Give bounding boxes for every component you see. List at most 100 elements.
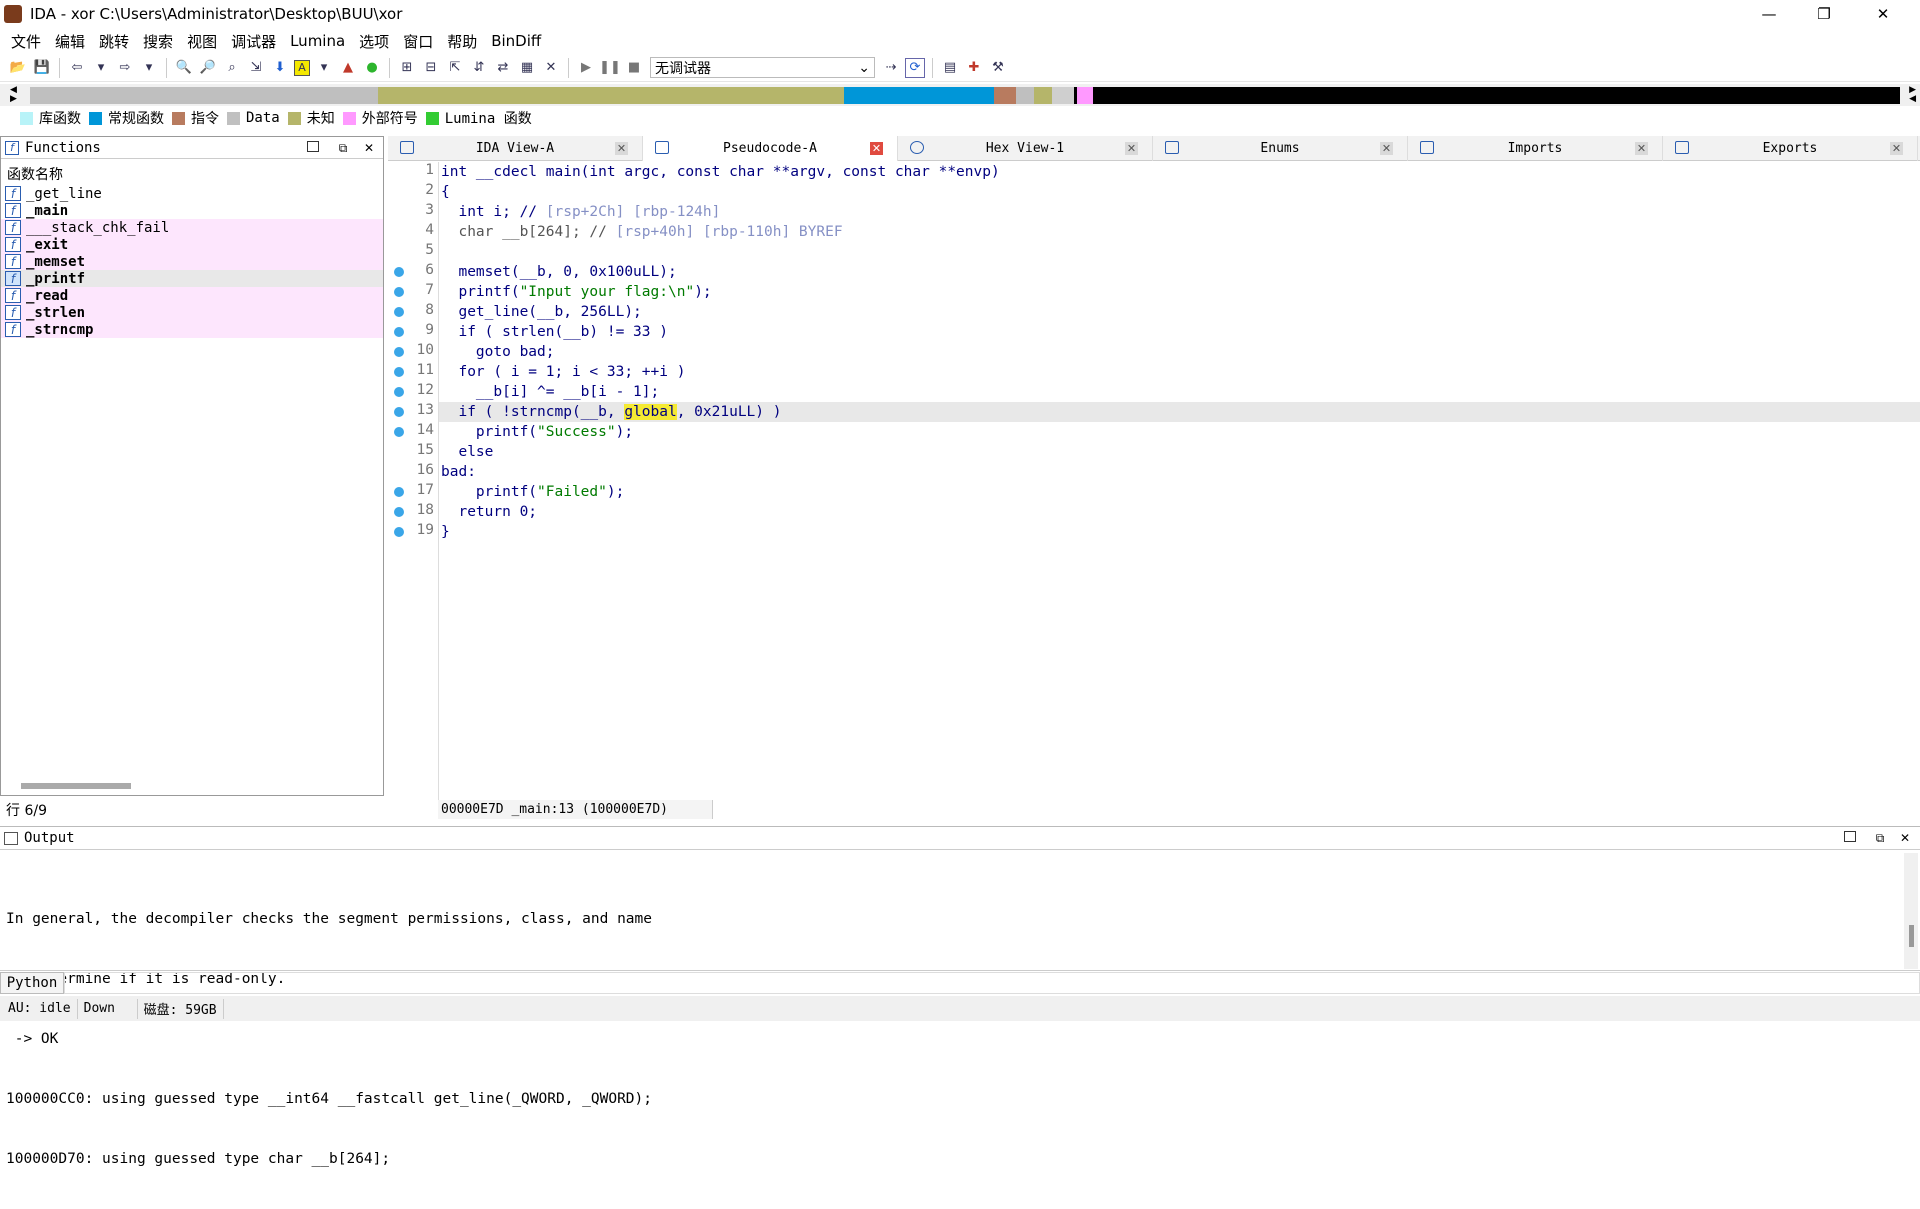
close-tab-icon[interactable]: ✕ bbox=[1380, 142, 1393, 155]
breakpoint-dot-icon[interactable] bbox=[394, 307, 404, 317]
play-icon[interactable]: ▶ bbox=[576, 58, 596, 78]
breakpoint-dot-icon[interactable] bbox=[394, 347, 404, 357]
code-line[interactable]: __b[i] ^= __b[i - 1]; bbox=[439, 382, 1920, 402]
close-tab-icon[interactable]: ✕ bbox=[1125, 142, 1138, 155]
forward-dropdown-icon[interactable]: ▾ bbox=[139, 58, 159, 78]
python-interpreter-button[interactable]: Python bbox=[0, 971, 64, 994]
open-file-icon[interactable]: 📂 bbox=[8, 58, 28, 78]
code-line[interactable]: int i; // [rsp+2Ch] [rbp-124h] bbox=[439, 202, 1920, 222]
search-immediate-icon[interactable]: ⌕ bbox=[222, 58, 242, 78]
code-line[interactable] bbox=[439, 242, 1920, 262]
save-icon[interactable]: 💾 bbox=[32, 58, 52, 78]
breakpoint-dot-icon[interactable] bbox=[394, 487, 404, 497]
function-row[interactable]: f _read bbox=[1, 287, 383, 304]
code-line[interactable]: for ( i = 1; i < 33; ++i ) bbox=[439, 362, 1920, 382]
function-row[interactable]: f _strncmp bbox=[1, 321, 383, 338]
debugger-select[interactable]: 无调试器 ⌄ bbox=[650, 57, 875, 78]
output-vertical-scrollbar[interactable] bbox=[1904, 853, 1918, 969]
func-icon-6[interactable]: ▦ bbox=[517, 58, 537, 78]
menu-help[interactable]: 帮助 bbox=[440, 31, 484, 52]
breakpoint-dot-icon[interactable] bbox=[394, 407, 404, 417]
nav-arrows-icon[interactable]: ◀ ▶ bbox=[10, 86, 17, 104]
function-row[interactable]: f _memset bbox=[1, 253, 383, 270]
code-line[interactable]: memset(__b, 0, 0x100uLL); bbox=[439, 262, 1920, 282]
function-row[interactable]: f _get_line bbox=[1, 185, 383, 202]
tab-exports[interactable]: Exports ✕ bbox=[1663, 136, 1918, 161]
minimize-button[interactable]: — bbox=[1746, 0, 1792, 28]
code-line[interactable]: bad: bbox=[439, 462, 1920, 482]
back-dropdown-icon[interactable]: ▾ bbox=[91, 58, 111, 78]
function-row[interactable]: f _exit bbox=[1, 236, 383, 253]
refresh-icon[interactable]: ⟳ bbox=[905, 57, 925, 78]
func-icon-4[interactable]: ⇵ bbox=[469, 58, 489, 78]
menu-file[interactable]: 文件 bbox=[4, 31, 48, 52]
run-indicator-icon[interactable]: ● bbox=[362, 58, 382, 78]
add-breakpoint-icon[interactable]: ✚ bbox=[964, 58, 984, 78]
pause-icon[interactable]: ❚❚ bbox=[599, 58, 621, 78]
forward-icon[interactable]: ⇨ bbox=[115, 58, 135, 78]
breakpoint-dot-icon[interactable] bbox=[394, 427, 404, 437]
highlighted-symbol[interactable]: global bbox=[624, 404, 677, 420]
func-icon-5[interactable]: ⇄ bbox=[493, 58, 513, 78]
graph-icon[interactable]: ▲ bbox=[338, 58, 358, 78]
nav-arrows-right-icon[interactable]: ▶ ◀ bbox=[1909, 86, 1916, 104]
restore-button[interactable]: ❐ bbox=[1801, 0, 1847, 28]
close-panel-icon[interactable]: ✕ bbox=[1897, 831, 1913, 845]
code-line[interactable]: char __b[264]; // [rsp+40h] [rbp-110h] B… bbox=[439, 222, 1920, 242]
code-line[interactable]: printf("Input your flag:\n"); bbox=[439, 282, 1920, 302]
pseudocode-view[interactable]: 1 2 3 4 5 6 7 8 9 10 11 12 13 14 15 16 1… bbox=[388, 162, 1920, 802]
function-row[interactable]: f _strlen bbox=[1, 304, 383, 321]
breakpoint-list-icon[interactable]: ⚒ bbox=[988, 58, 1008, 78]
close-window-button[interactable]: ✕ bbox=[1860, 0, 1906, 28]
code-line[interactable]: } bbox=[439, 522, 1920, 542]
tab-enums[interactable]: Enums ✕ bbox=[1153, 136, 1408, 161]
navigation-band[interactable]: ◀ ▶ ▶ ◀ bbox=[0, 84, 1920, 106]
breakpoint-dot-icon[interactable] bbox=[394, 387, 404, 397]
code-lines[interactable]: int __cdecl main(int argc, const char **… bbox=[438, 162, 1920, 802]
close-tab-icon[interactable]: ✕ bbox=[615, 142, 628, 155]
output-log[interactable]: In general, the decompiler checks the se… bbox=[6, 869, 652, 1209]
menu-options[interactable]: 选项 bbox=[352, 31, 396, 52]
menu-debugger[interactable]: 调试器 bbox=[224, 31, 283, 52]
code-line[interactable]: if ( strlen(__b) != 33 ) bbox=[439, 322, 1920, 342]
code-line[interactable]: return 0; bbox=[439, 502, 1920, 522]
tab-ida-view-a[interactable]: IDA View-A ✕ bbox=[388, 136, 643, 161]
function-row[interactable]: f _main bbox=[1, 202, 383, 219]
func-icon-3[interactable]: ⇱ bbox=[445, 58, 465, 78]
function-row-selected[interactable]: f _printf bbox=[1, 270, 383, 287]
menu-view[interactable]: 视图 bbox=[180, 31, 224, 52]
navigation-strip[interactable] bbox=[30, 87, 1900, 104]
list-icon[interactable]: ▤ bbox=[940, 58, 960, 78]
breakpoint-dot-icon[interactable] bbox=[394, 267, 404, 277]
highlight-icon[interactable]: A bbox=[294, 59, 310, 76]
code-line[interactable]: int __cdecl main(int argc, const char **… bbox=[439, 162, 1920, 182]
float-panel-icon[interactable]: ⧉ bbox=[1872, 831, 1888, 845]
menu-windows[interactable]: 窗口 bbox=[396, 31, 440, 52]
delete-icon[interactable]: ✕ bbox=[541, 58, 561, 78]
jump-down-icon[interactable]: ⬇ bbox=[270, 58, 290, 78]
code-line[interactable]: { bbox=[439, 182, 1920, 202]
highlight-dropdown-icon[interactable]: ▾ bbox=[314, 58, 334, 78]
search-binary-icon[interactable]: 🔎 bbox=[198, 58, 218, 78]
function-row[interactable]: f ___stack_chk_fail bbox=[1, 219, 383, 236]
close-panel-icon[interactable]: ✕ bbox=[361, 141, 377, 155]
maximize-panel-icon[interactable] bbox=[307, 141, 319, 152]
attach-icon[interactable]: ⇢ bbox=[881, 58, 901, 78]
breakpoint-dot-icon[interactable] bbox=[394, 367, 404, 377]
menu-edit[interactable]: 编辑 bbox=[48, 31, 92, 52]
menu-jump[interactable]: 跳转 bbox=[92, 31, 136, 52]
output-scroll-thumb[interactable] bbox=[1909, 925, 1914, 947]
maximize-panel-icon[interactable] bbox=[1844, 831, 1856, 842]
back-icon[interactable]: ⇦ bbox=[67, 58, 87, 78]
tab-pseudocode-a[interactable]: Pseudocode-A ✕ bbox=[643, 136, 898, 161]
breakpoint-dot-icon[interactable] bbox=[394, 507, 404, 517]
breakpoint-dot-icon[interactable] bbox=[394, 327, 404, 337]
code-line[interactable]: goto bad; bbox=[439, 342, 1920, 362]
command-input[interactable] bbox=[64, 971, 1920, 994]
tab-hex-view-1[interactable]: Hex View-1 ✕ bbox=[898, 136, 1153, 161]
function-name-column-header[interactable]: 函数名称 bbox=[1, 163, 383, 185]
code-line[interactable]: get_line(__b, 256LL); bbox=[439, 302, 1920, 322]
code-line[interactable]: printf("Failed"); bbox=[439, 482, 1920, 502]
func-icon-2[interactable]: ⊟ bbox=[421, 58, 441, 78]
breakpoint-dot-icon[interactable] bbox=[394, 287, 404, 297]
